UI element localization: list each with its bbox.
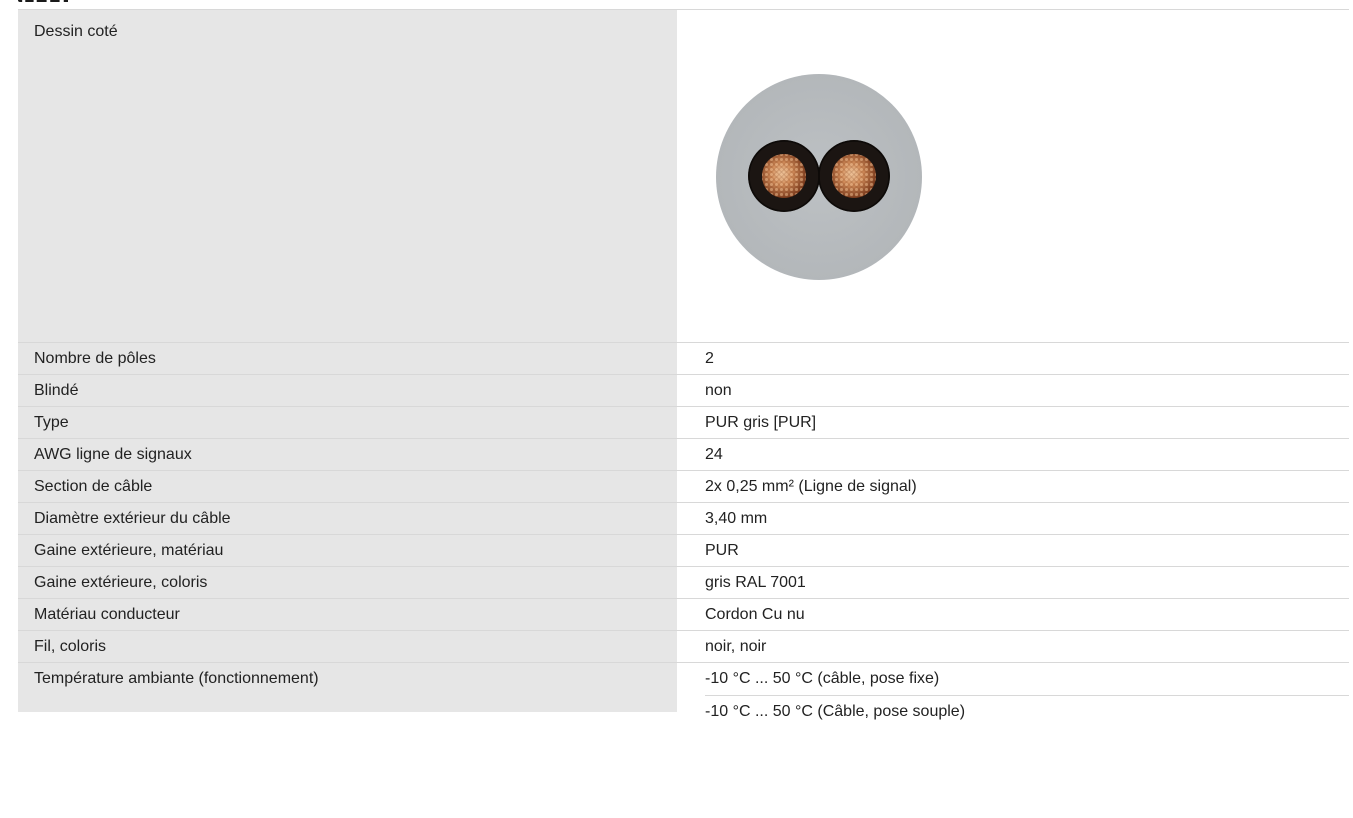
spec-label: Blindé [18,375,677,406]
spec-value: 3,40 mm [705,510,768,527]
spec-label: Nombre de pôles [18,343,677,374]
spec-row: Nombre de pôles 2 [18,342,1349,374]
spec-row: Fil, coloris noir, noir [18,630,1349,662]
cable-cross-section-image [716,74,922,280]
spec-row: Blindé non [18,374,1349,406]
spec-value: -10 °C ... 50 °C (Câble, pose souple) [705,695,1349,728]
spec-label: Fil, coloris [18,631,677,662]
spec-row-drawing: Dessin coté [18,9,1349,342]
spec-value: -10 °C ... 50 °C (câble, pose fixe) [705,670,940,687]
spec-row-temperature: Température ambiante (fonctionnement) -1… [18,662,1349,720]
spec-label: AWG ligne de signaux [18,439,677,470]
spec-table: Dessin coté Nombre de pôles 2 Blindé non… [18,9,1349,720]
spec-label: Gaine extérieure, coloris [18,567,677,598]
spec-value: PUR gris [PUR] [705,414,817,431]
spec-row: Gaine extérieure, matériau PUR [18,534,1349,566]
spec-value: noir, noir [705,638,767,655]
spec-value: gris RAL 7001 [705,574,806,591]
spec-label: Type [18,407,677,438]
spec-value: 24 [705,446,723,463]
spec-value: non [705,382,732,399]
spec-label: Dessin coté [18,10,677,342]
spec-row: Section de câble 2x 0,25 mm² (Ligne de s… [18,470,1349,502]
spec-label: Diamètre extérieur du câble [18,503,677,534]
spec-value-list: -10 °C ... 50 °C (câble, pose fixe) -10 … [677,663,1349,720]
spec-label: Gaine extérieure, matériau [18,535,677,566]
spec-row: Type PUR gris [PUR] [18,406,1349,438]
spec-label: Température ambiante (fonctionnement) [18,663,677,712]
spec-row: Diamètre extérieur du câble 3,40 mm [18,502,1349,534]
spec-value: Cordon Cu nu [705,606,805,623]
drawing-cell [677,10,1349,342]
section-heading-fragment [18,0,68,4]
spec-value: 2 [705,350,714,367]
spec-label: Matériau conducteur [18,599,677,630]
spec-value: PUR [705,542,739,559]
spec-value: 2x 0,25 mm² (Ligne de signal) [705,478,917,495]
spec-row: Matériau conducteur Cordon Cu nu [18,598,1349,630]
spec-row: Gaine extérieure, coloris gris RAL 7001 [18,566,1349,598]
spec-row: AWG ligne de signaux 24 [18,438,1349,470]
spec-label: Section de câble [18,471,677,502]
